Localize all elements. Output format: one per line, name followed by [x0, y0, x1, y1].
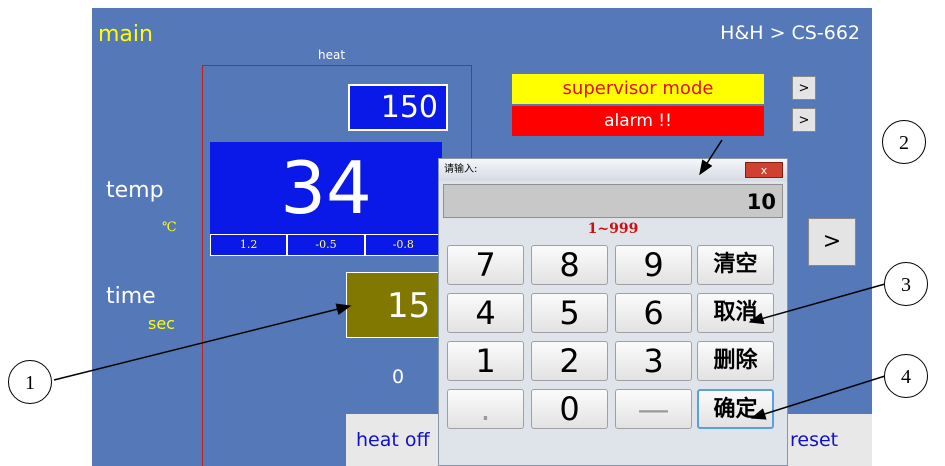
callout-arrow-3: [748, 283, 886, 325]
callout-arrow-4: [750, 375, 886, 420]
callout-4: 4: [884, 354, 928, 398]
callout-1: 1: [8, 360, 52, 404]
callout-arrow-2: [699, 139, 723, 176]
callout-arrow-1: [53, 303, 352, 381]
callout-3: 3: [884, 262, 928, 306]
callout-2: 2: [882, 120, 926, 164]
callout-arrows: [53, 139, 886, 420]
